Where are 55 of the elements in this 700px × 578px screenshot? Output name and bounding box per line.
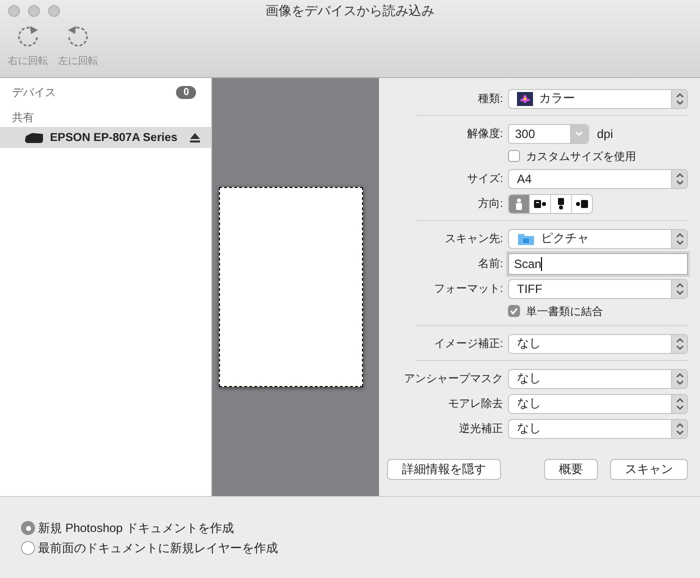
field-label: サイズ:	[466, 172, 503, 186]
window-title: 画像をデバイスから読み込み	[266, 2, 434, 20]
popup-menu[interactable]: なし	[508, 368, 688, 388]
checkbox-label: カスタムサイズを使用	[526, 150, 636, 164]
radio-button[interactable]	[21, 521, 35, 535]
dialog-button[interactable]: 概要	[544, 459, 598, 480]
resolution-combo-box[interactable]: 300	[508, 124, 589, 144]
checkbox-label: 単一書類に結合	[526, 304, 603, 318]
radio-label: 最前面のドキュメントに新規レイヤーを作成	[38, 540, 278, 556]
printer-icon	[24, 132, 44, 144]
window-control-button[interactable]	[8, 5, 20, 17]
popup-menu[interactable]: A4	[508, 168, 688, 188]
field-label: 名前:	[476, 257, 503, 271]
field-label: イメージ補正:	[432, 337, 503, 351]
popup-menu[interactable]: なし	[508, 334, 688, 354]
stepper-icon	[674, 336, 684, 350]
window-control-button[interactable]	[48, 5, 60, 17]
stepper-icon	[674, 172, 684, 186]
stepper-icon	[674, 232, 684, 246]
stepper-icon	[674, 422, 684, 436]
stepper-icon	[674, 396, 684, 410]
field-label: スキャン先:	[444, 232, 503, 246]
field-label: フォーマット:	[432, 282, 503, 296]
field-label: 解像度:	[466, 126, 503, 141]
field-label: 逆光補正	[458, 422, 503, 436]
name-input-field[interactable]: Scan	[508, 252, 688, 274]
chevron-down-icon	[574, 130, 584, 138]
count-badge: 0	[176, 86, 196, 98]
window-control-button[interactable]	[28, 5, 40, 17]
popup-menu[interactable]: ピクチャ	[508, 228, 688, 248]
unit-label: dpi	[597, 126, 614, 140]
section-title: デバイス	[12, 86, 56, 100]
field-label: 方向:	[476, 196, 503, 211]
popup-menu[interactable]: カラー	[508, 88, 688, 108]
radio-label: 新規 Photoshop ドキュメントを作成	[38, 520, 234, 536]
checkmark-icon	[510, 307, 518, 315]
radio-button[interactable]	[21, 541, 35, 555]
stepper-icon	[674, 92, 684, 106]
dialog-button[interactable]: スキャン	[610, 459, 688, 480]
stepper-icon	[674, 282, 684, 296]
field-label: アンシャープマスク	[403, 372, 503, 386]
field-label: 種類:	[476, 92, 503, 106]
popup-menu[interactable]: なし	[508, 418, 688, 438]
folder-icon	[517, 232, 535, 246]
stepper-icon	[674, 372, 684, 386]
checkbox[interactable]	[508, 150, 520, 162]
field-label: モアレ除去	[447, 397, 503, 411]
flower-icon	[517, 92, 533, 106]
eject-icon	[189, 132, 201, 143]
popup-menu[interactable]: なし	[508, 394, 688, 414]
section-title: 共有	[12, 110, 34, 124]
dialog-button[interactable]: 詳細情報を隠す	[387, 459, 501, 480]
popup-menu[interactable]: TIFF	[508, 278, 688, 298]
checkbox[interactable]	[508, 305, 520, 317]
device-item[interactable]: EPSON EP-807A Series	[0, 127, 211, 148]
